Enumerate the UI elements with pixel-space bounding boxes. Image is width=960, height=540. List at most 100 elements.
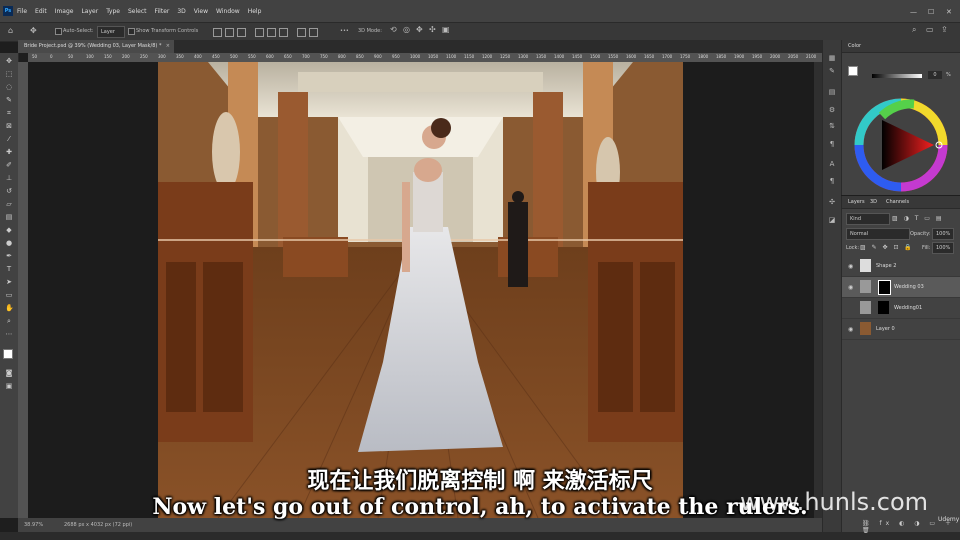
layer-filter-dropdown[interactable]: Kind (846, 213, 890, 225)
tab-3d[interactable]: 3D (870, 199, 877, 205)
character-panel-icon[interactable]: A (828, 160, 836, 168)
tab-layers[interactable]: Layers (848, 199, 865, 205)
3d-rotate-icon[interactable]: ⟲ (390, 25, 397, 34)
3d-scale-icon[interactable]: ▣ (442, 25, 450, 34)
clone-stamp-tool-icon[interactable]: ⊥ (5, 174, 13, 182)
3d-roll-icon[interactable]: ◎ (403, 25, 410, 34)
menu-3d[interactable]: 3D (177, 8, 185, 15)
minimize-button[interactable]: — (910, 8, 917, 16)
menu-image[interactable]: Image (55, 8, 74, 15)
menu-type[interactable]: Type (106, 8, 120, 15)
menu-layer[interactable]: Layer (81, 8, 98, 15)
layer-mask-thumbnail[interactable] (878, 280, 891, 295)
layer-name[interactable]: Wedding01 (894, 305, 922, 311)
menu-filter[interactable]: Filter (155, 8, 170, 15)
lock-icons[interactable]: ▨ ✎ ✥ ⊡ 🔒 (860, 244, 914, 251)
paragraph-panel-icon[interactable]: ¶ (828, 140, 836, 148)
auto-select-dropdown[interactable]: Layer (97, 26, 125, 38)
visibility-eye-icon[interactable]: ◉ (848, 263, 853, 270)
more-options-button[interactable]: ••• (340, 28, 349, 34)
type-tool-icon[interactable]: T (5, 265, 13, 273)
properties-panel-icon[interactable]: ▤ (828, 88, 836, 96)
search-icon[interactable]: ⌕ (912, 25, 916, 35)
gradient-tool-icon[interactable]: ▤ (5, 213, 13, 221)
foreground-swatch[interactable] (848, 66, 858, 76)
fill-input[interactable]: 100% (932, 242, 954, 254)
frame-tool-icon[interactable]: ⊠ (5, 122, 13, 130)
tab-channels[interactable]: Channels (886, 199, 909, 205)
layer-row-layer-0[interactable]: ◉ Layer 0 (842, 319, 960, 340)
blur-tool-icon[interactable]: ◆ (5, 226, 13, 234)
shape-tool-icon[interactable]: ▭ (5, 291, 13, 299)
more-tools-icon[interactable]: ⋯ (5, 330, 13, 338)
home-icon[interactable]: ⌂ (8, 26, 13, 35)
color-panel-title[interactable]: Color (848, 43, 861, 49)
workspace-icon[interactable]: ▭ (926, 25, 934, 34)
menu-select[interactable]: Select (128, 8, 147, 15)
eyedropper-tool-icon[interactable]: ⁄ (5, 135, 13, 143)
marquee-tool-icon[interactable]: ⬚ (5, 70, 13, 78)
adjustments-panel-icon[interactable]: ⚙ (828, 106, 836, 114)
quick-mask-icon[interactable]: ◙ (5, 369, 13, 377)
eraser-tool-icon[interactable]: ▱ (5, 200, 13, 208)
bride-photo[interactable] (158, 62, 683, 518)
crop-tool-icon[interactable]: ⌗ (5, 109, 13, 117)
color-wheel[interactable] (854, 98, 948, 192)
distribute-icon[interactable] (297, 28, 306, 37)
align-center-icon[interactable] (225, 28, 234, 37)
layer-row-wedding-03[interactable]: ◉ Wedding 03 (842, 277, 960, 298)
show-transform-checkbox[interactable] (128, 28, 135, 35)
layer-name[interactable]: Layer 0 (876, 326, 895, 332)
dodge-tool-icon[interactable]: ● (5, 239, 13, 247)
zoom-level[interactable]: 38.97% (24, 522, 43, 528)
distribute-2-icon[interactable] (309, 28, 318, 37)
quick-select-tool-icon[interactable]: ✎ (5, 96, 13, 104)
visibility-eye-icon[interactable]: ◉ (848, 284, 853, 291)
layer-row-wedding01[interactable]: Wedding01 (842, 298, 960, 319)
visibility-eye-icon[interactable]: ◉ (848, 326, 853, 333)
hand-tool-icon[interactable]: ✋ (5, 304, 14, 312)
layer-row-shape-2[interactable]: ◉ Shape 2 (842, 256, 960, 277)
menu-window[interactable]: Window (216, 8, 240, 15)
menu-file[interactable]: File (17, 8, 27, 15)
pen-tool-icon[interactable]: ✒ (5, 252, 13, 260)
menu-help[interactable]: Help (248, 8, 262, 15)
healing-brush-tool-icon[interactable]: ✚ (5, 148, 13, 156)
align-middle-icon[interactable] (267, 28, 276, 37)
align-left-icon[interactable] (213, 28, 222, 37)
share-icon[interactable]: ⇪ (941, 25, 948, 34)
opacity-input[interactable]: 100% (932, 228, 954, 240)
history-brush-tool-icon[interactable]: ↺ (5, 187, 13, 195)
close-window-button[interactable]: ✕ (946, 8, 952, 16)
layer-name[interactable]: Wedding 03 (894, 284, 924, 290)
blend-mode-dropdown[interactable]: Normal (846, 228, 910, 240)
align-bottom-icon[interactable] (279, 28, 288, 37)
menu-view[interactable]: View (194, 8, 208, 15)
vertical-scrollbar[interactable] (814, 62, 822, 518)
layer-mask-thumbnail[interactable] (878, 301, 889, 314)
zoom-tool-icon[interactable]: ⌕ (5, 317, 13, 325)
maximize-button[interactable]: ☐ (928, 8, 934, 16)
paths-panel-icon[interactable]: ✣ (828, 198, 836, 206)
brightness-value[interactable]: 0 (928, 71, 942, 79)
brush-panel-icon[interactable]: ✎ (828, 67, 836, 75)
libraries-panel-icon[interactable]: ⇅ (828, 122, 836, 130)
foreground-color-swatch[interactable] (3, 349, 13, 359)
glyphs-panel-icon[interactable]: ¶ (828, 177, 836, 185)
align-right-icon[interactable] (237, 28, 246, 37)
swatches-panel-icon[interactable]: ◪ (828, 216, 836, 224)
brightness-slider[interactable] (872, 74, 922, 78)
close-tab-button[interactable]: × (166, 40, 170, 53)
history-panel-icon[interactable]: ▦ (828, 54, 836, 62)
lasso-tool-icon[interactable]: ◌ (5, 83, 13, 91)
menu-edit[interactable]: Edit (35, 8, 47, 15)
3d-slide-icon[interactable]: ✣ (429, 25, 436, 34)
auto-select-checkbox[interactable] (55, 28, 62, 35)
move-tool-icon[interactable]: ✥ (5, 57, 13, 65)
brush-tool-icon[interactable]: ✐ (5, 161, 13, 169)
move-tool-icon[interactable]: ✥ (30, 26, 37, 35)
3d-pan-icon[interactable]: ✥ (416, 25, 423, 34)
layer-name[interactable]: Shape 2 (876, 263, 896, 269)
filter-icons[interactable]: ▨ ◑ T ▭ ▤ (892, 215, 944, 222)
align-top-icon[interactable] (255, 28, 264, 37)
